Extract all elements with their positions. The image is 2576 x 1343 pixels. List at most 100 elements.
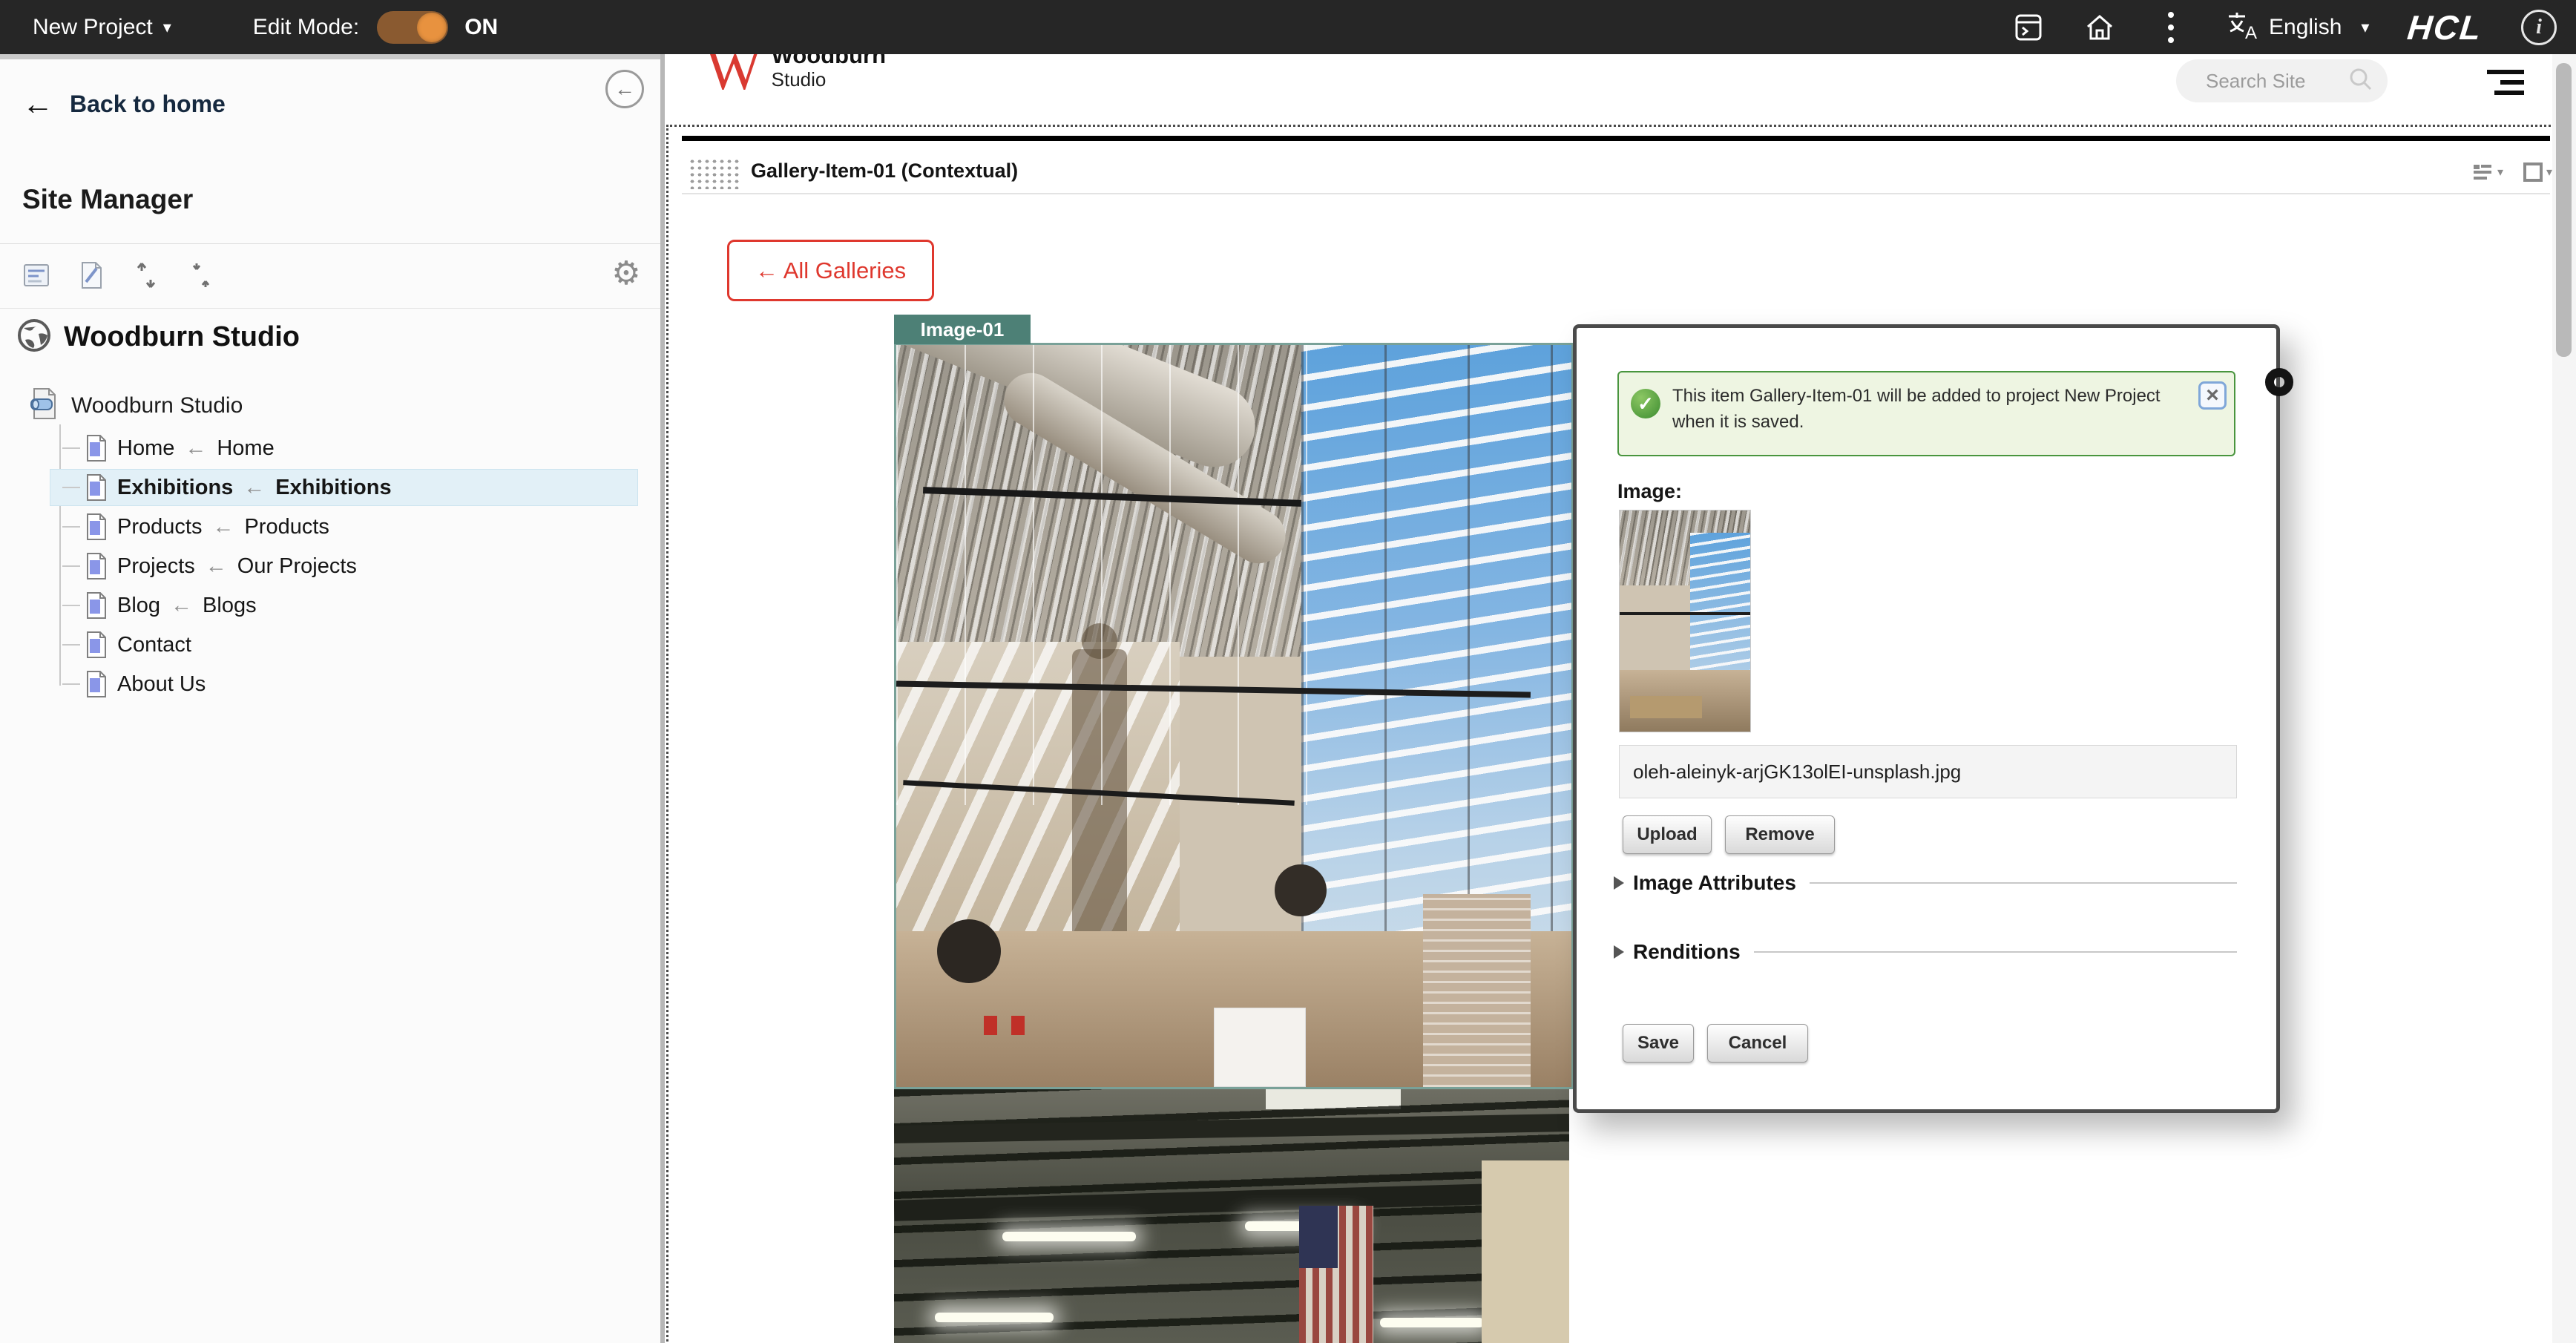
scrollbar[interactable] xyxy=(2552,54,2576,1343)
gallery-image-preview-2[interactable] xyxy=(894,1089,1569,1343)
tree-root-node[interactable]: Woodburn Studio xyxy=(30,387,243,424)
expand-arrow-icon xyxy=(1614,945,1624,959)
tree-root-label: Woodburn Studio xyxy=(71,393,243,418)
save-button[interactable]: Save xyxy=(1623,1024,1694,1063)
photo-flag xyxy=(1299,1206,1373,1343)
sidebar-item-projects[interactable]: Projects ← Our Projects xyxy=(62,548,357,584)
svg-text:A: A xyxy=(2245,23,2257,42)
site-node-icon xyxy=(30,387,59,424)
sidebar-item-home[interactable]: Home ← Home xyxy=(62,430,275,466)
image-component-tag[interactable]: Image-01 xyxy=(894,315,1031,344)
translate-icon: A xyxy=(2226,9,2260,45)
home-icon[interactable] xyxy=(2083,11,2116,44)
language-selector[interactable]: A English ▾ xyxy=(2226,9,2369,45)
search-input[interactable] xyxy=(2176,69,2348,93)
chevron-down-icon: ▾ xyxy=(2546,165,2552,180)
close-icon[interactable]: × xyxy=(2198,381,2227,410)
portlet-actions: ▾ ▾ xyxy=(2472,162,2552,183)
expand-arrow-icon xyxy=(1614,876,1624,890)
more-options-icon[interactable] xyxy=(2155,11,2187,44)
photo-poster xyxy=(984,1016,997,1035)
gallery-image-preview[interactable] xyxy=(894,343,1574,1089)
page-icon xyxy=(85,591,108,620)
drag-handle-icon[interactable] xyxy=(689,158,740,189)
page-icon xyxy=(85,513,108,541)
portlet-menu-icon[interactable]: ▾ xyxy=(2472,162,2503,183)
edit-mode-state: ON xyxy=(464,15,498,40)
page-icon xyxy=(85,631,108,659)
renditions-section[interactable]: Renditions xyxy=(1614,940,2237,964)
success-check-icon: ✓ xyxy=(1631,389,1660,418)
page-icon xyxy=(85,473,108,502)
toolbar-left: New Project ▾ Edit Mode: ON xyxy=(0,11,498,44)
image-attributes-section[interactable]: Image Attributes xyxy=(1614,871,2237,895)
image-edit-dialog: ✓ This item Gallery-Item-01 will be adde… xyxy=(1573,324,2280,1113)
project-selector[interactable]: New Project ▾ xyxy=(33,15,171,40)
site-search xyxy=(2176,59,2388,102)
edit-mode-toggle[interactable] xyxy=(377,11,448,44)
page-icon xyxy=(85,434,108,462)
site-manager-panel: ← Back to home ← Site Manager ⚙ xyxy=(0,54,660,1343)
success-alert: ✓ This item Gallery-Item-01 will be adde… xyxy=(1617,371,2235,456)
all-galleries-button[interactable]: ← All Galleries xyxy=(727,240,934,301)
photo-light xyxy=(1380,1318,1484,1327)
site-name: Woodburn Studio xyxy=(64,321,300,353)
sidebar-item-blog[interactable]: Blog ← Blogs xyxy=(62,588,257,623)
page-decoration-ring xyxy=(2265,368,2293,396)
portlet-layout-icon[interactable]: ▾ xyxy=(2523,162,2552,183)
left-arrow-icon: ← xyxy=(22,86,53,122)
chevron-down-icon: ▾ xyxy=(2361,18,2369,37)
project-selector-label: New Project xyxy=(33,15,153,40)
photo-light xyxy=(1002,1232,1136,1241)
image-field-label: Image: xyxy=(1617,480,1682,503)
search-icon[interactable] xyxy=(2348,67,2373,96)
move-page-icon[interactable] xyxy=(129,258,163,292)
back-to-home-label: Back to home xyxy=(70,91,226,118)
hcl-logo: HCL xyxy=(2406,7,2485,47)
divider xyxy=(0,243,660,244)
portlet-title: Gallery-Item-01 (Contextual) xyxy=(751,160,1018,183)
collapse-panel-icon[interactable]: ← xyxy=(605,70,644,108)
sidebar-item-contact[interactable]: Contact xyxy=(62,627,191,663)
edit-page-icon[interactable] xyxy=(74,258,108,292)
photo-sign xyxy=(937,919,1001,983)
panel-splitter[interactable] xyxy=(660,54,665,1343)
site-header: Woodburn Studio xyxy=(16,318,300,357)
photo-sign xyxy=(1275,864,1327,916)
divider xyxy=(682,193,2550,194)
toolbar-right: A English ▾ HCL i xyxy=(2012,7,2576,47)
upload-button[interactable]: Upload xyxy=(1623,815,1712,854)
remove-button[interactable]: Remove xyxy=(1725,815,1835,854)
alert-message: This item Gallery-Item-01 will be added … xyxy=(1672,383,2162,435)
image-thumbnail xyxy=(1619,510,1751,732)
applications-panel-icon[interactable] xyxy=(2012,11,2045,44)
mapping-arrow-icon: ← xyxy=(206,554,227,579)
page-icon xyxy=(85,670,108,698)
menu-icon[interactable] xyxy=(2487,70,2524,96)
reorder-page-icon[interactable] xyxy=(184,258,218,292)
edit-mode-label: Edit Mode: xyxy=(253,15,359,40)
toggle-knob-icon xyxy=(417,13,447,42)
settings-gear-icon[interactable]: ⚙ xyxy=(607,254,645,292)
info-icon[interactable]: i xyxy=(2521,10,2557,45)
section-rule xyxy=(1810,882,2237,884)
photo-poster xyxy=(1011,1016,1025,1035)
back-to-home-button[interactable]: ← Back to home xyxy=(22,86,226,122)
photo-wall xyxy=(1482,1160,1569,1343)
photo-brick-wall xyxy=(1423,894,1531,1087)
section-rule xyxy=(1754,951,2237,953)
cancel-button[interactable]: Cancel xyxy=(1707,1024,1808,1063)
scrollbar-thumb[interactable] xyxy=(2556,63,2572,357)
language-label: English xyxy=(2269,15,2342,40)
mapping-arrow-icon: ← xyxy=(185,436,206,461)
new-page-icon[interactable] xyxy=(19,258,53,292)
sidebar-item-products[interactable]: Products ← Products xyxy=(62,509,329,545)
chevron-down-icon: ▾ xyxy=(163,18,171,37)
filename-text: oleh-aleinyk-arjGK13olEI-unsplash.jpg xyxy=(1620,761,1961,784)
sidebar-item-exhibitions[interactable]: Exhibitions ← Exhibitions xyxy=(50,470,637,505)
mapping-arrow-icon: ← xyxy=(212,515,234,539)
site-manager-toolbar xyxy=(19,258,218,292)
sidebar-item-about-us[interactable]: About Us xyxy=(62,666,206,702)
divider xyxy=(0,308,660,309)
application-window: New Project ▾ Edit Mode: ON A English xyxy=(0,0,2576,1343)
